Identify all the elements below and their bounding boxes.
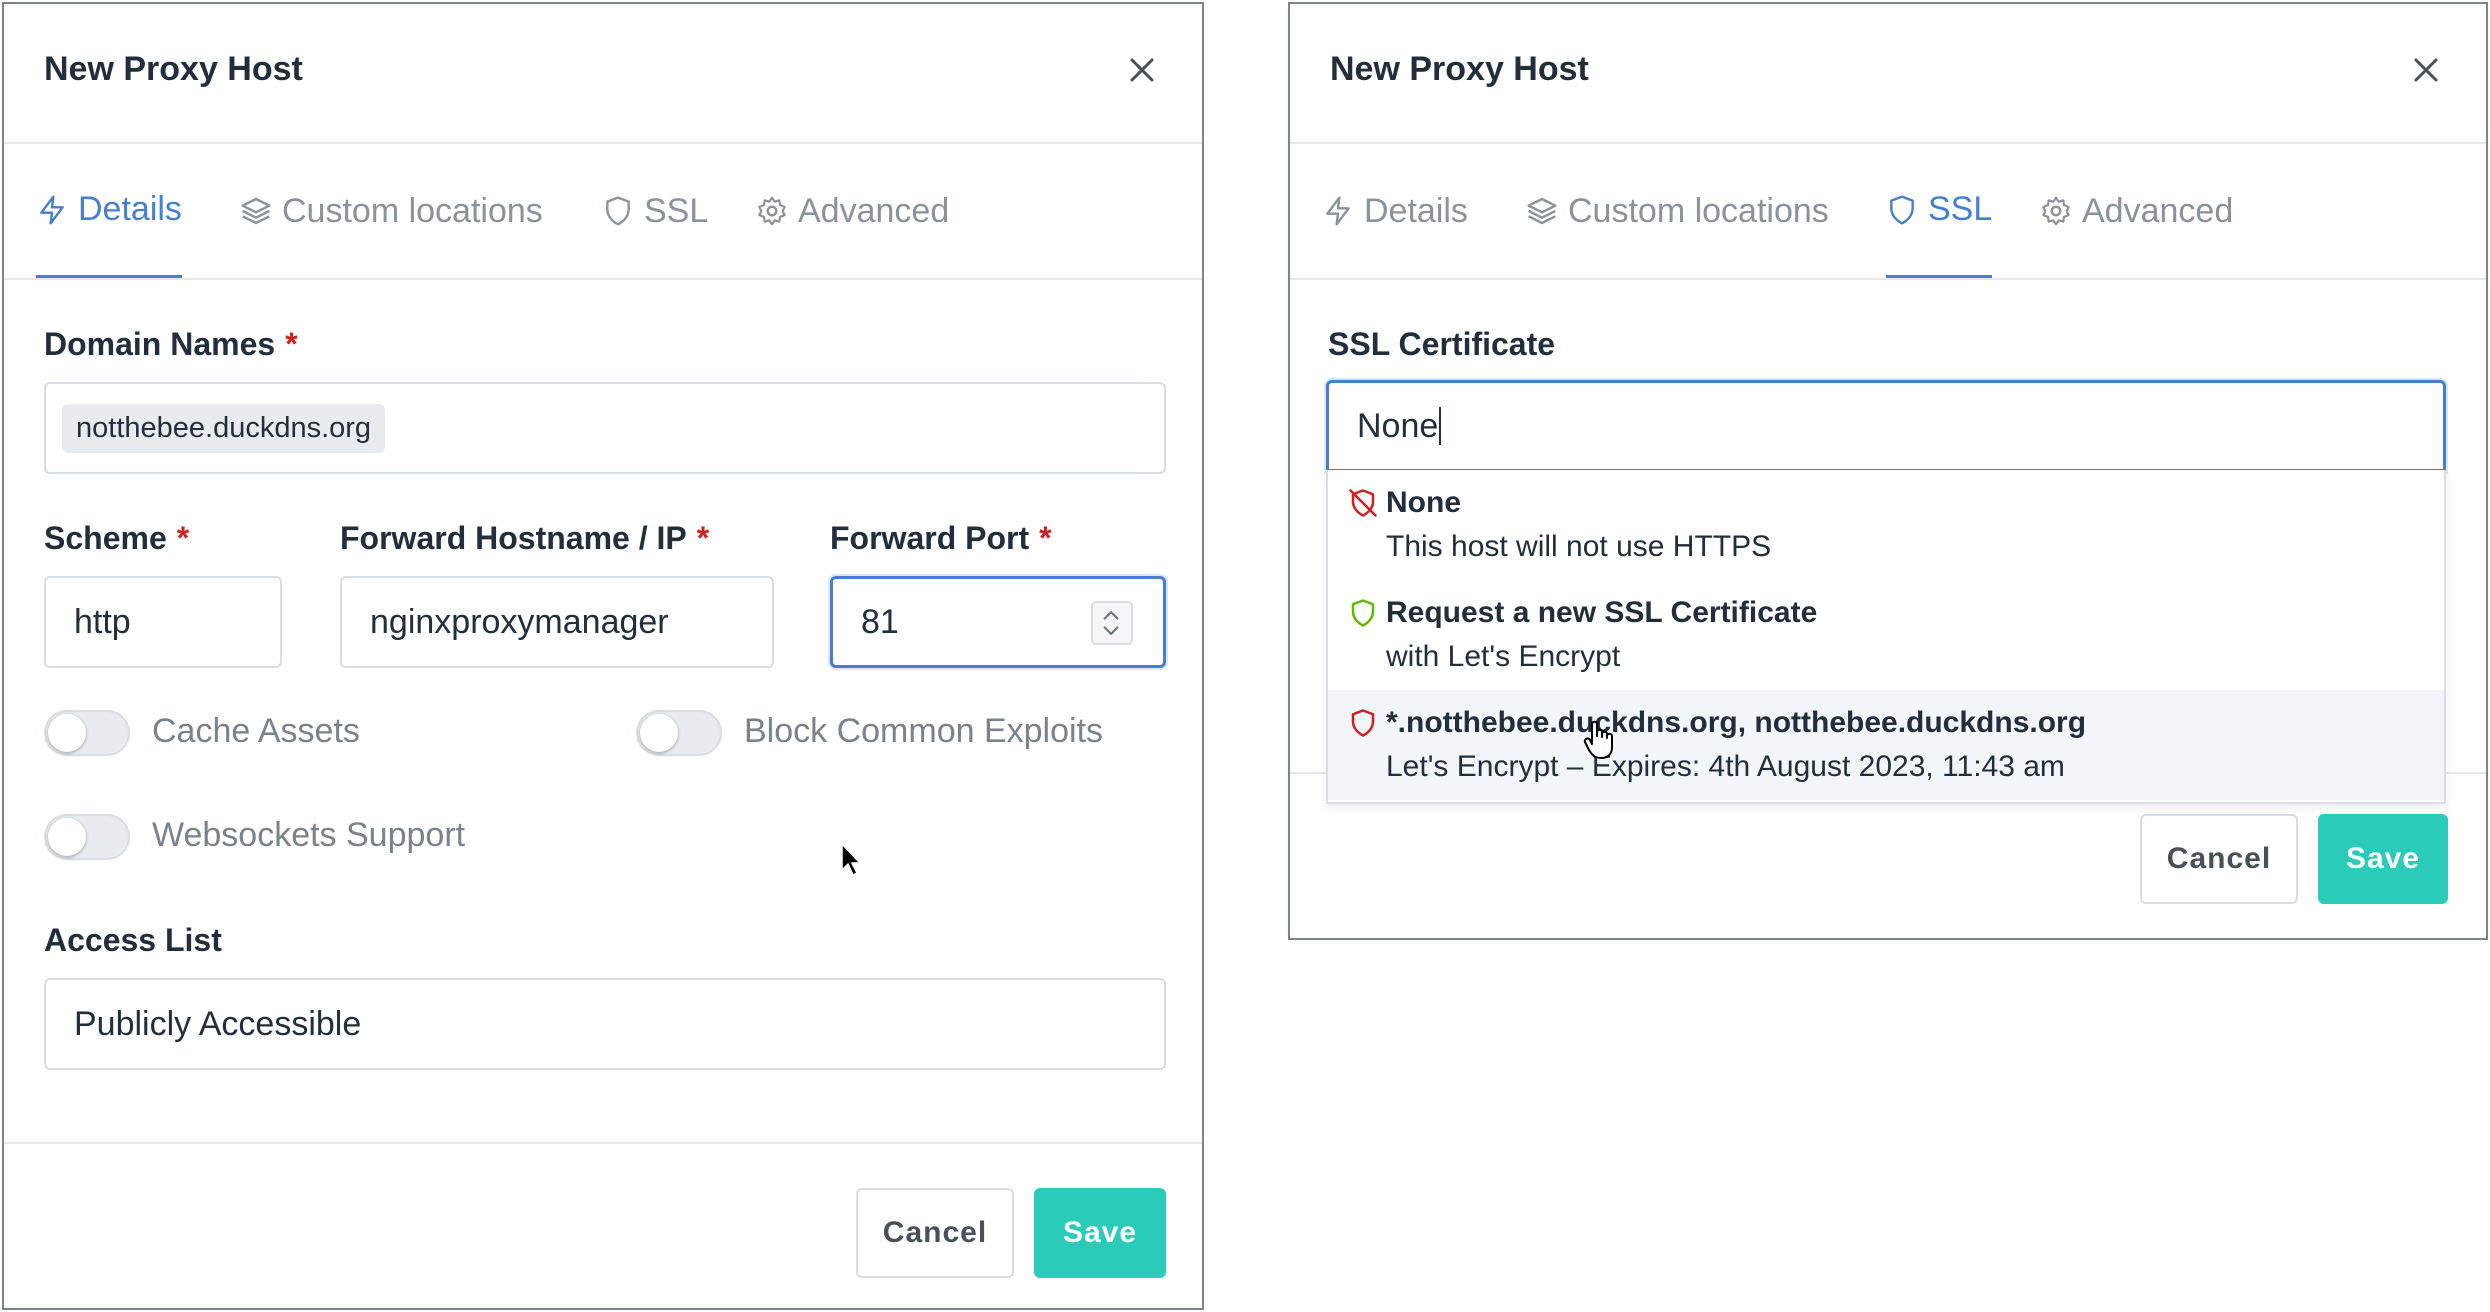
option-subtitle: This host will not use HTTPS	[1386, 530, 1772, 563]
domain-names-label: Domain Names *	[44, 326, 298, 362]
websockets-label: Websockets Support	[152, 816, 466, 854]
tab-label: SSL	[644, 191, 709, 230]
tab-advanced[interactable]: Advanced	[2040, 144, 2233, 278]
block-exploits-toggle[interactable]	[636, 710, 722, 756]
cancel-button[interactable]: Cancel	[856, 1188, 1014, 1278]
stepper-arrows-icon	[1103, 611, 1119, 635]
new-proxy-host-modal-details: New Proxy Host Details Custom locations …	[2, 2, 1204, 1310]
tab-custom-locations[interactable]: Custom locations	[240, 144, 543, 278]
tab-label: SSL	[1928, 190, 1993, 228]
shield-icon	[1351, 709, 1375, 737]
tab-ssl[interactable]: SSL	[1886, 144, 1993, 278]
cancel-button[interactable]: Cancel	[2140, 814, 2298, 904]
tab-label: Details	[78, 190, 182, 228]
cache-assets-label: Cache Assets	[152, 712, 360, 750]
forward-hostname-input[interactable]: nginxproxymanager	[340, 576, 774, 668]
bolt-icon	[1326, 196, 1350, 226]
option-title: None	[1386, 486, 1461, 519]
ssl-certificate-select[interactable]: None	[1326, 380, 2446, 472]
save-button[interactable]: Save	[1034, 1188, 1166, 1278]
tab-details[interactable]: Details	[1322, 144, 1468, 278]
toggle-knob	[48, 714, 86, 752]
bolt-icon	[40, 194, 64, 225]
modal-header: New Proxy Host	[1290, 4, 2486, 144]
access-list-select[interactable]: Publicly Accessible	[44, 978, 1166, 1070]
tab-label: Advanced	[2082, 191, 2234, 230]
access-list-label: Access List	[44, 922, 222, 958]
option-subtitle: with Let's Encrypt	[1386, 640, 1621, 673]
ssl-option-request-new[interactable]: Request a new SSL Certificate with Let's…	[1328, 580, 2444, 690]
close-icon[interactable]	[1122, 50, 1162, 90]
forward-port-label: Forward Port *	[830, 520, 1052, 556]
modal-footer: Cancel Save	[4, 1142, 1202, 1312]
cache-assets-toggle[interactable]	[44, 710, 130, 756]
modal-header: New Proxy Host	[4, 4, 1202, 144]
forward-port-input[interactable]: 81	[830, 576, 1166, 668]
modal-title: New Proxy Host	[44, 50, 303, 88]
mouse-pointer-icon	[841, 843, 861, 876]
shield-icon	[606, 196, 630, 226]
modal-title: New Proxy Host	[1330, 50, 1589, 88]
tab-bar: Details Custom locations SSL Advanced	[4, 144, 1202, 280]
gear-icon	[2042, 196, 2070, 226]
layers-icon	[1527, 197, 1557, 225]
option-title: Request a new SSL Certificate	[1386, 596, 1818, 629]
gear-icon	[758, 196, 786, 226]
shield-off-icon	[1349, 489, 1377, 517]
save-button[interactable]: Save	[2318, 814, 2448, 904]
text-caret	[1439, 407, 1442, 445]
tab-custom-locations[interactable]: Custom locations	[1526, 144, 1829, 278]
hand-pointer-icon	[1583, 720, 1613, 759]
tab-bar: Details Custom locations SSL Advanced	[1290, 144, 2486, 280]
ssl-certificate-label: SSL Certificate	[1328, 326, 1556, 362]
tab-label: Details	[1364, 191, 1468, 230]
scheme-select[interactable]: http	[44, 576, 282, 668]
tab-label: Custom locations	[282, 191, 543, 230]
forward-hostname-label: Forward Hostname / IP *	[340, 520, 710, 556]
websockets-toggle[interactable]	[44, 814, 130, 860]
option-subtitle: Let's Encrypt – Expires: 4th August 2023…	[1386, 750, 2065, 783]
block-exploits-label: Block Common Exploits	[744, 712, 1104, 750]
toggle-knob	[48, 818, 86, 856]
port-stepper[interactable]	[1091, 601, 1133, 645]
tab-advanced[interactable]: Advanced	[756, 144, 949, 278]
tab-details[interactable]: Details	[36, 144, 182, 278]
tab-label: Custom locations	[1568, 191, 1829, 230]
shield-icon	[1890, 194, 1914, 225]
domain-names-input[interactable]: notthebee.duckdns.org	[44, 382, 1166, 474]
option-title: *.notthebee.duckdns.org, notthebee.duckd…	[1386, 706, 2087, 739]
ssl-certificate-dropdown: None This host will not use HTTPS Reques…	[1326, 470, 2446, 804]
domain-chip[interactable]: notthebee.duckdns.org	[62, 403, 386, 453]
tab-label: Advanced	[798, 191, 950, 230]
toggle-knob	[640, 714, 678, 752]
tab-ssl[interactable]: SSL	[602, 144, 708, 278]
scheme-label: Scheme *	[44, 520, 190, 556]
new-proxy-host-modal-ssl: New Proxy Host Details Custom locations …	[1288, 2, 2488, 940]
ssl-option-none[interactable]: None This host will not use HTTPS	[1328, 470, 2444, 580]
ssl-option-existing-cert[interactable]: *.notthebee.duckdns.org, notthebee.duckd…	[1328, 690, 2444, 800]
close-icon[interactable]	[2406, 50, 2446, 90]
layers-icon	[241, 197, 271, 225]
shield-icon	[1351, 599, 1375, 627]
